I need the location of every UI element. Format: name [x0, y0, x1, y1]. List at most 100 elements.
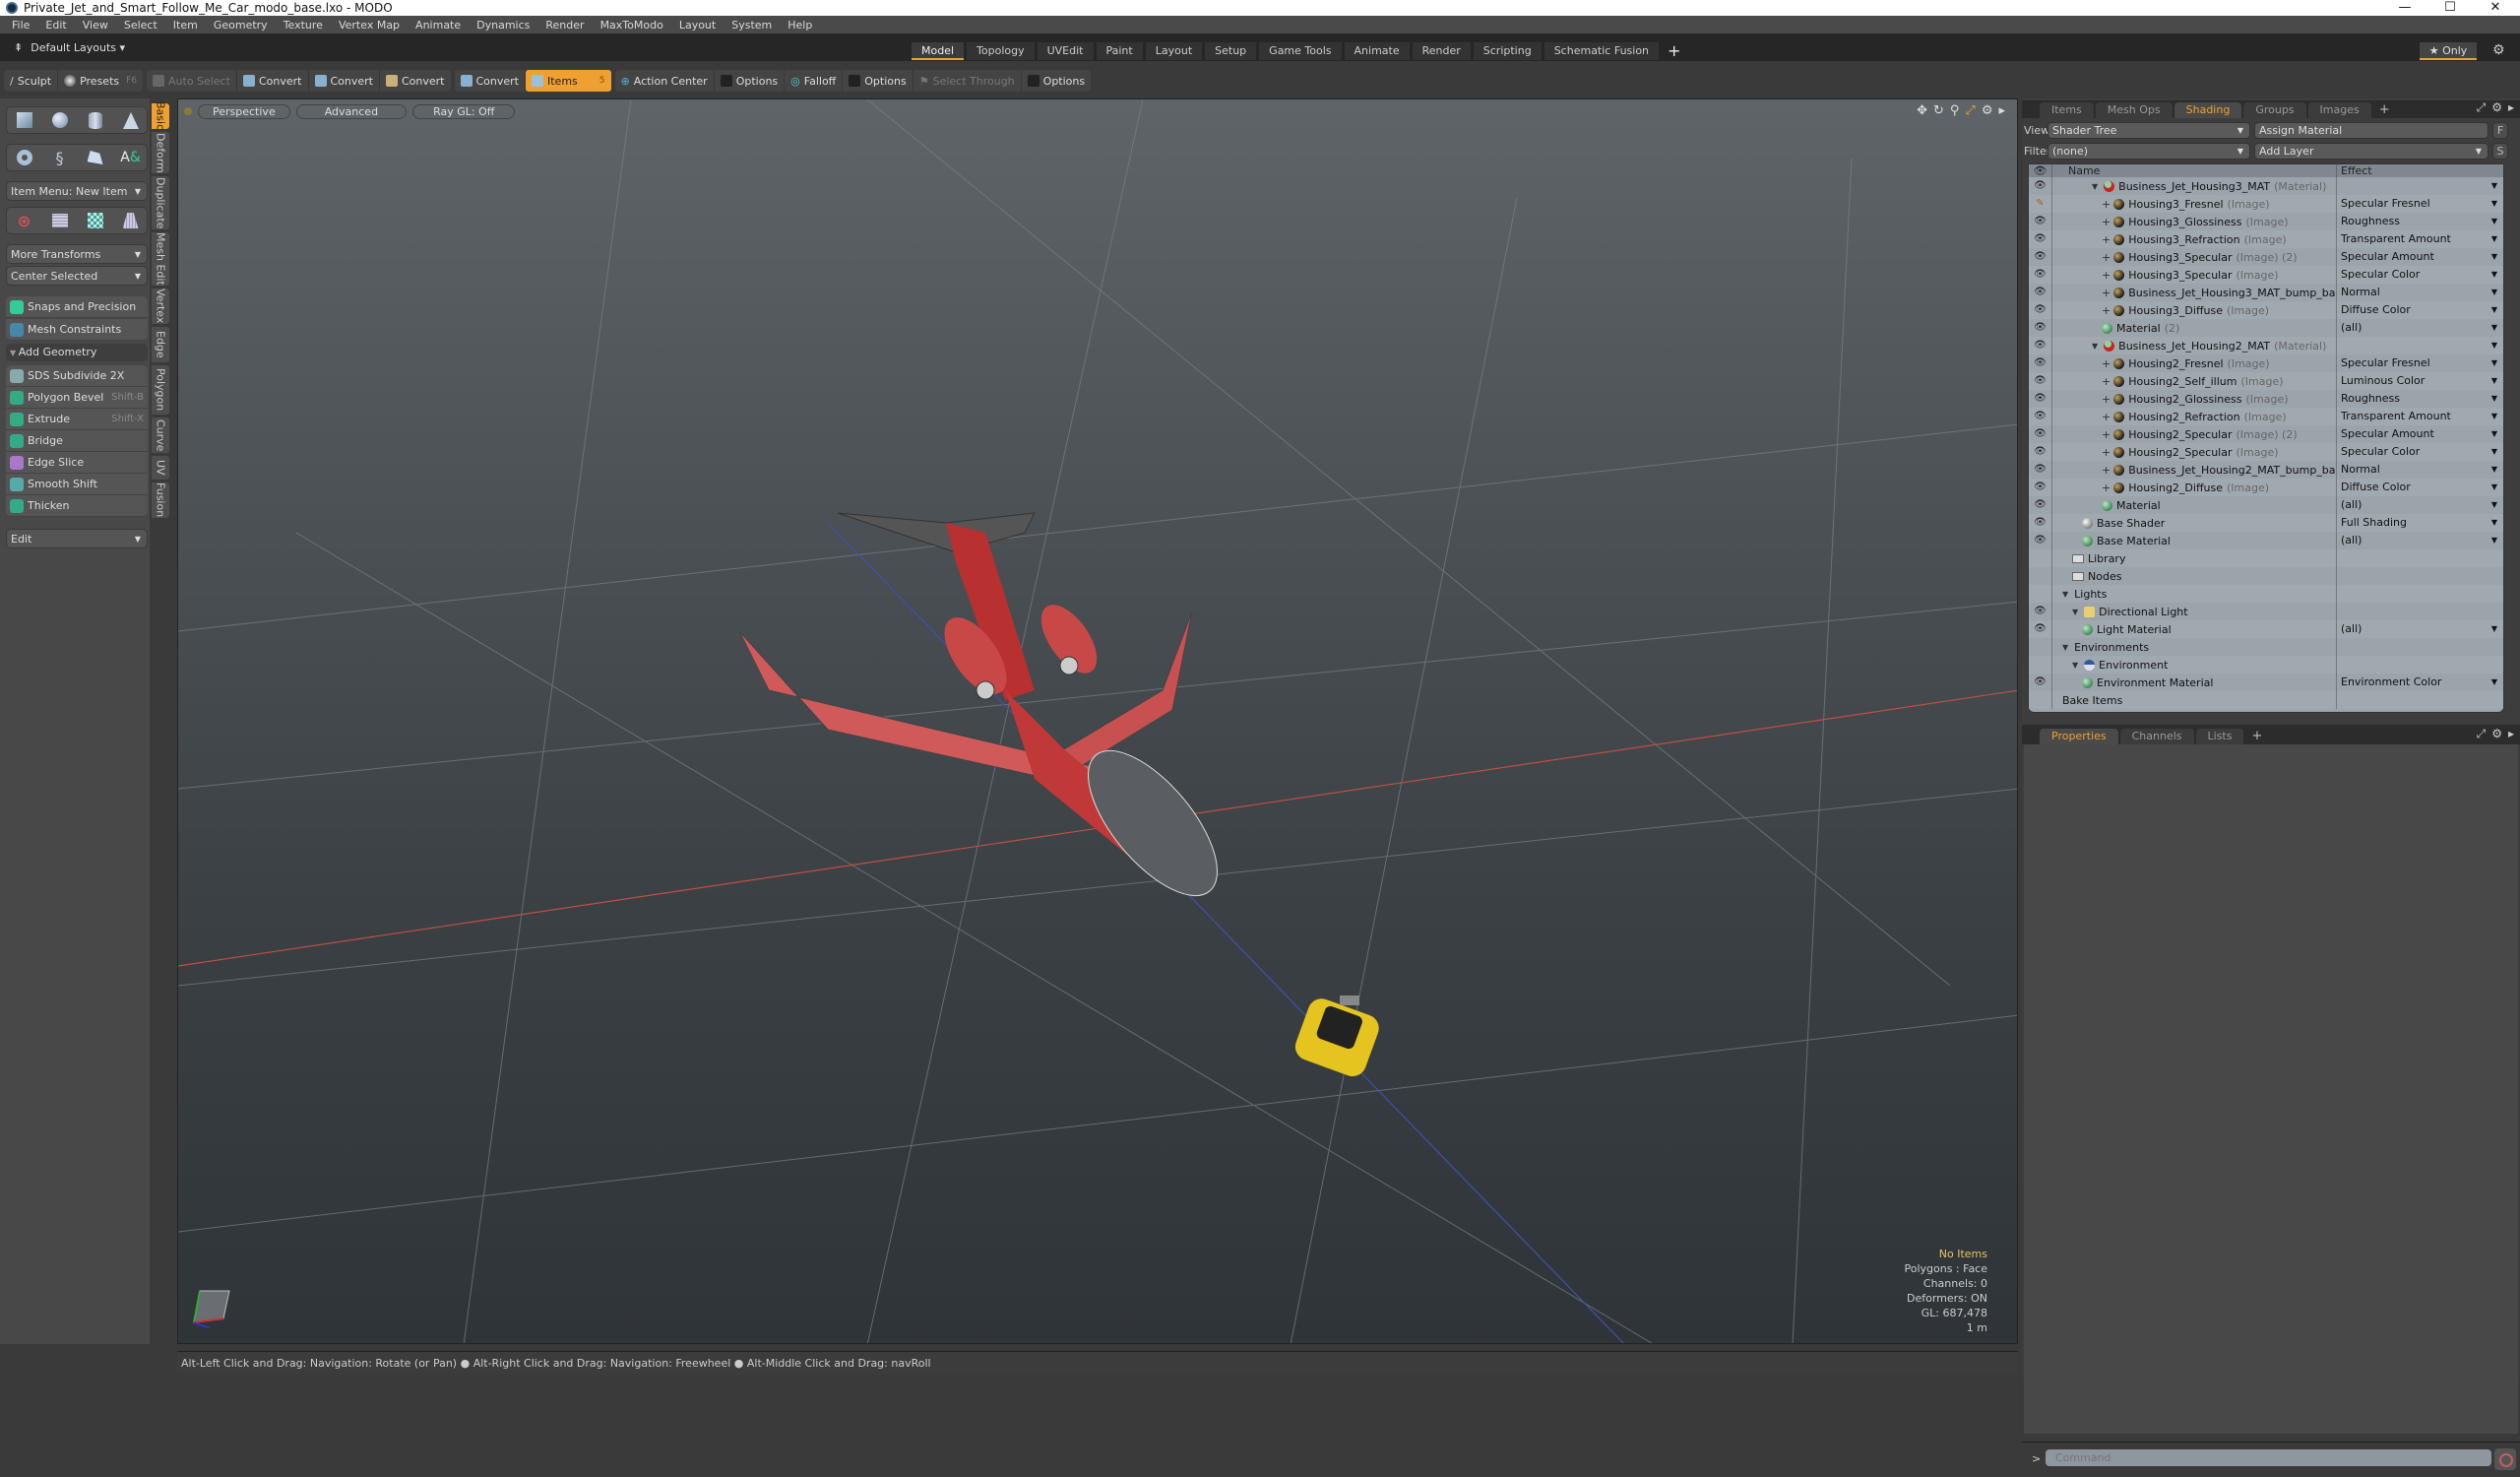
tool-tab-mesh-edit[interactable]: Mesh Edit: [151, 231, 170, 287]
shader-tree-row[interactable]: Bake Items: [2029, 691, 2503, 709]
tool-tab-basic[interactable]: Basic: [151, 101, 170, 131]
falloff-options-button[interactable]: Options: [843, 70, 914, 92]
effect-dropdown-arrow-icon[interactable]: ▼: [2491, 390, 2497, 408]
layout-tab-render[interactable]: Render: [1412, 42, 1471, 60]
select-through-button[interactable]: ⚑ Select Through: [914, 70, 1022, 92]
settings-gear-icon[interactable]: ⚙: [2492, 42, 2505, 58]
shader-tree-row[interactable]: 👁 + Housing3_Specular (Image) (2) Specular A…: [2029, 248, 2503, 266]
add-geometry-header[interactable]: ▼ Add Geometry: [6, 344, 148, 361]
effect-column-header[interactable]: Effect: [2337, 164, 2372, 177]
visibility-eye-icon[interactable]: 👁: [2034, 233, 2047, 244]
expand-plus-icon[interactable]: +: [2102, 393, 2110, 406]
layout-tab-schematic-fusion[interactable]: Schematic Fusion: [1544, 42, 1660, 60]
add-tab-button[interactable]: +: [2373, 102, 2396, 118]
3d-viewport[interactable]: Perspective Advanced Ray GL: Off ✥ ↻ ⚲ ⤢…: [177, 98, 2018, 1344]
effect-dropdown-arrow-icon[interactable]: ▼: [2491, 514, 2497, 532]
tool-tab-edge[interactable]: Edge: [151, 326, 170, 363]
menu-render[interactable]: Render: [537, 19, 592, 32]
convert-materials-button[interactable]: Convert: [455, 70, 526, 92]
shader-tree-row[interactable]: ▼ Lights: [2029, 585, 2503, 603]
expand-plus-icon[interactable]: +: [2102, 216, 2110, 228]
panel-settings-gear-icon[interactable]: ⚙: [2491, 727, 2502, 741]
expand-panel-icon[interactable]: ⤢: [2477, 727, 2487, 741]
tool-tab-fusion[interactable]: Fusion: [151, 482, 170, 519]
expand-plus-icon[interactable]: +: [2102, 304, 2110, 317]
shader-tree-row[interactable]: ▼ Environments: [2029, 638, 2503, 656]
menu-geometry[interactable]: Geometry: [206, 19, 276, 32]
expand-plus-icon[interactable]: +: [2102, 375, 2110, 388]
layout-tab-animate[interactable]: Animate: [1344, 42, 1410, 60]
visibility-eye-icon[interactable]: 👁: [2034, 304, 2047, 315]
panel-settings-gear-icon[interactable]: ⚙: [2491, 100, 2502, 115]
visibility-eye-icon[interactable]: 👁: [2034, 251, 2047, 262]
shader-tree-row[interactable]: ✎ + Housing3_Fresnel (Image) Specular Fresne…: [2029, 195, 2503, 213]
tab-groups[interactable]: Groups: [2243, 102, 2306, 118]
menu-animate[interactable]: Animate: [408, 19, 469, 32]
tab-mesh-ops[interactable]: Mesh Ops: [2095, 102, 2173, 118]
menu-texture[interactable]: Texture: [276, 19, 331, 32]
polygon-bevel-button[interactable]: Polygon Bevel Shift-B: [6, 387, 148, 409]
command-input[interactable]: [2046, 1449, 2491, 1466]
menu-select[interactable]: Select: [116, 19, 165, 32]
more-transforms-dropdown[interactable]: More Transforms ▼: [6, 244, 148, 264]
expand-triangle-icon[interactable]: ▼: [2062, 590, 2068, 599]
maximize-viewport-icon[interactable]: ⤢: [1965, 103, 1975, 118]
shader-tree-row[interactable]: 👁 Material (2) (all) ▼: [2029, 319, 2503, 337]
layout-tab-topology[interactable]: Topology: [967, 42, 1035, 60]
add-layout-tab-button[interactable]: +: [1662, 42, 1686, 60]
shader-tree-row[interactable]: 👁 + Housing2_Diffuse (Image) Diffuse Color ▼: [2029, 479, 2503, 496]
effect-dropdown-arrow-icon[interactable]: ▼: [2491, 532, 2497, 549]
shader-tree-row[interactable]: 👁 ▼ Business_Jet_Housing2_MAT (Material) ▼: [2029, 337, 2503, 354]
effect-dropdown-arrow-icon[interactable]: ▼: [2491, 408, 2497, 425]
expand-plus-icon[interactable]: +: [2102, 428, 2110, 441]
visibility-eye-icon[interactable]: 👁: [2034, 623, 2047, 634]
tool-tab-deform[interactable]: Deform: [151, 131, 170, 174]
visibility-eye-icon[interactable]: 👁: [2034, 446, 2047, 457]
cube-primitive-button[interactable]: [7, 107, 41, 133]
layout-tab-scripting[interactable]: Scripting: [1473, 42, 1542, 60]
effect-dropdown-arrow-icon[interactable]: ▼: [2491, 319, 2497, 337]
menu-edit[interactable]: Edit: [37, 19, 74, 32]
tab-images[interactable]: Images: [2307, 102, 2371, 118]
select-through-options-button[interactable]: Options: [1022, 70, 1091, 92]
f-button[interactable]: F: [2492, 122, 2508, 139]
shader-tree-row[interactable]: ▼ Environment: [2029, 656, 2503, 674]
edit-dropdown[interactable]: Edit ▼: [6, 529, 148, 548]
default-layouts-dropdown[interactable]: ⇞ Default Layouts ▾: [14, 41, 125, 54]
pen-tool-button[interactable]: [78, 145, 112, 170]
shading-mode-button[interactable]: Advanced: [295, 103, 408, 119]
paint-brush-icon[interactable]: ✎: [2036, 198, 2044, 209]
tool-tab-polygon[interactable]: Polygon: [151, 364, 170, 416]
items-mode-button[interactable]: Items 5: [526, 70, 611, 92]
visibility-eye-icon[interactable]: 👁: [2034, 428, 2047, 439]
shader-tree-row[interactable]: 👁 Environment Material Environment Color ▼: [2029, 674, 2503, 691]
tool-tab-duplicate[interactable]: Duplicate: [151, 175, 170, 230]
presets-button[interactable]: Presets F6: [58, 70, 143, 92]
bridge-button[interactable]: Bridge: [6, 430, 148, 452]
shader-tree-row[interactable]: 👁 + Housing2_Glossiness (Image) Roughness ▼: [2029, 390, 2503, 408]
expand-triangle-icon[interactable]: ▼: [2072, 608, 2078, 616]
minimize-button[interactable]: —: [2382, 0, 2427, 16]
expand-plus-icon[interactable]: +: [2102, 287, 2110, 299]
convert-vertices-button[interactable]: Convert: [237, 70, 309, 92]
layout-tab-layout[interactable]: Layout: [1145, 42, 1203, 60]
menu-vertex-map[interactable]: Vertex Map: [331, 19, 408, 32]
layout-tab-model[interactable]: Model: [912, 42, 965, 60]
visibility-eye-icon[interactable]: 👁: [2034, 411, 2047, 421]
shader-tree-row[interactable]: 👁 Base Material (all) ▼: [2029, 532, 2503, 549]
visibility-eye-icon[interactable]: 👁: [2034, 269, 2047, 280]
mesh-constraints-button[interactable]: Mesh Constraints: [6, 319, 148, 341]
shader-tree-row[interactable]: 👁 Light Material (all) ▼: [2029, 620, 2503, 638]
view-dropdown[interactable]: Shader Tree ▼: [2048, 122, 2250, 139]
visibility-eye-icon[interactable]: 👁: [2034, 180, 2047, 191]
effect-dropdown-arrow-icon[interactable]: ▼: [2491, 177, 2497, 195]
expand-plus-icon[interactable]: +: [2102, 269, 2110, 282]
shader-tree-row[interactable]: 👁 + Housing2_Self_illum (Image) Luminous Col…: [2029, 372, 2503, 390]
thicken-button[interactable]: Thicken: [6, 495, 148, 517]
expand-arrow-icon[interactable]: ▸: [1998, 103, 2005, 118]
effect-dropdown-arrow-icon[interactable]: ▼: [2491, 443, 2497, 461]
visibility-eye-icon[interactable]: 👁: [2034, 517, 2047, 528]
shader-tree-row[interactable]: 👁 + Housing2_Specular (Image) (2) Specular A…: [2029, 425, 2503, 443]
torus-primitive-button[interactable]: [7, 145, 41, 170]
maximize-button[interactable]: ☐: [2427, 0, 2473, 16]
